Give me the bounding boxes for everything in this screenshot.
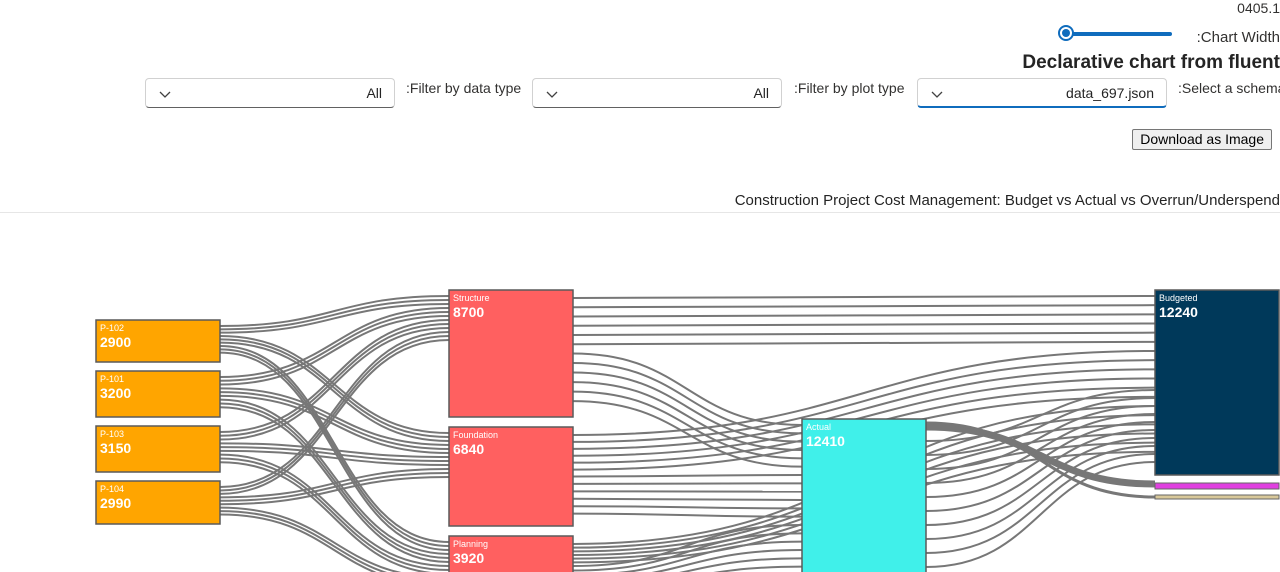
- node-name-label: P-102: [100, 323, 124, 333]
- slider-track[interactable]: [1066, 32, 1172, 36]
- link-P-101-Foundation: [219, 391, 450, 450]
- node-name-label: P-101: [100, 374, 124, 384]
- link-Structure-Budgeted: [572, 340, 1156, 346]
- link-Structure-Budgeted: [572, 295, 1156, 299]
- chart-title: Construction Project Cost Management: Bu…: [734, 192, 1280, 209]
- node-name-label: Planning: [453, 539, 488, 549]
- node-value-label: 3200: [100, 385, 131, 401]
- link-Structure-Budgeted: [572, 304, 1156, 309]
- underspend-node: [1154, 494, 1280, 500]
- node-value-label: 8700: [453, 304, 484, 320]
- node-value-label: 2900: [100, 334, 131, 350]
- link-P-102-Foundation: [219, 341, 450, 442]
- link-Foundation-Actual: [572, 474, 803, 478]
- node-value-label: 12240: [1159, 304, 1198, 320]
- node-name-label: Structure: [453, 293, 490, 303]
- sankey-chart: P-1022900 P-1013200 P-1033150 P-1042990 Stru…: [95, 289, 1280, 572]
- link-Structure-Budgeted: [572, 331, 1156, 336]
- link-Actual-Budgeted: [925, 453, 1156, 554]
- chevron-down-icon: [546, 91, 558, 98]
- data-type-value: All: [366, 85, 382, 101]
- link-Structure-Budgeted: [572, 313, 1156, 318]
- node-name-label: Actual: [806, 422, 831, 432]
- slider-thumb[interactable]: [1058, 25, 1074, 41]
- chevron-down-icon: [159, 91, 171, 98]
- link-Foundation-Actual: [572, 482, 803, 485]
- schema-label: :Select a schema: [1178, 80, 1280, 96]
- data-type-label: :Filter by data type: [406, 80, 522, 96]
- link-Foundation-Actual: [572, 505, 803, 510]
- link-Structure-Budgeted: [572, 322, 1156, 327]
- node-name-label: Budgeted: [1159, 293, 1198, 303]
- data-type-dropdown[interactable]: All: [145, 78, 395, 108]
- download-image-button[interactable]: Download as Image: [1132, 129, 1272, 150]
- node-name-label: Foundation: [453, 430, 498, 440]
- plot-type-value: All: [753, 85, 769, 101]
- link-Actual-Budgeted: [925, 461, 1156, 568]
- link-Foundation-Actual: [572, 497, 803, 501]
- node-value-label: 3150: [100, 440, 131, 456]
- node-value-label: 2990: [100, 495, 131, 511]
- plot-type-label: :Filter by plot type: [794, 80, 905, 96]
- overrun-node: [1154, 482, 1280, 490]
- link-Structure-Actual: [572, 352, 803, 426]
- chevron-down-icon: [931, 91, 943, 98]
- plot-type-dropdown[interactable]: All: [532, 78, 782, 108]
- links-group: [219, 295, 1156, 572]
- node-name-label: P-104: [100, 484, 124, 494]
- version-text: 0405.1: [1237, 0, 1280, 16]
- chart-width-slider[interactable]: [1058, 24, 1172, 42]
- schema-dropdown[interactable]: data_697.json: [917, 78, 1167, 108]
- node-value-label: 6840: [453, 441, 484, 457]
- node-value-label: 3920: [453, 550, 484, 566]
- schema-value: data_697.json: [1066, 85, 1154, 101]
- node-name-label: P-103: [100, 429, 124, 439]
- chart-width-label: :Chart Width: [1196, 29, 1280, 46]
- link-P-101-Planning: [219, 398, 450, 555]
- node-value-label: 12410: [806, 433, 845, 449]
- page-title: Declarative chart from fluent: [1022, 52, 1280, 73]
